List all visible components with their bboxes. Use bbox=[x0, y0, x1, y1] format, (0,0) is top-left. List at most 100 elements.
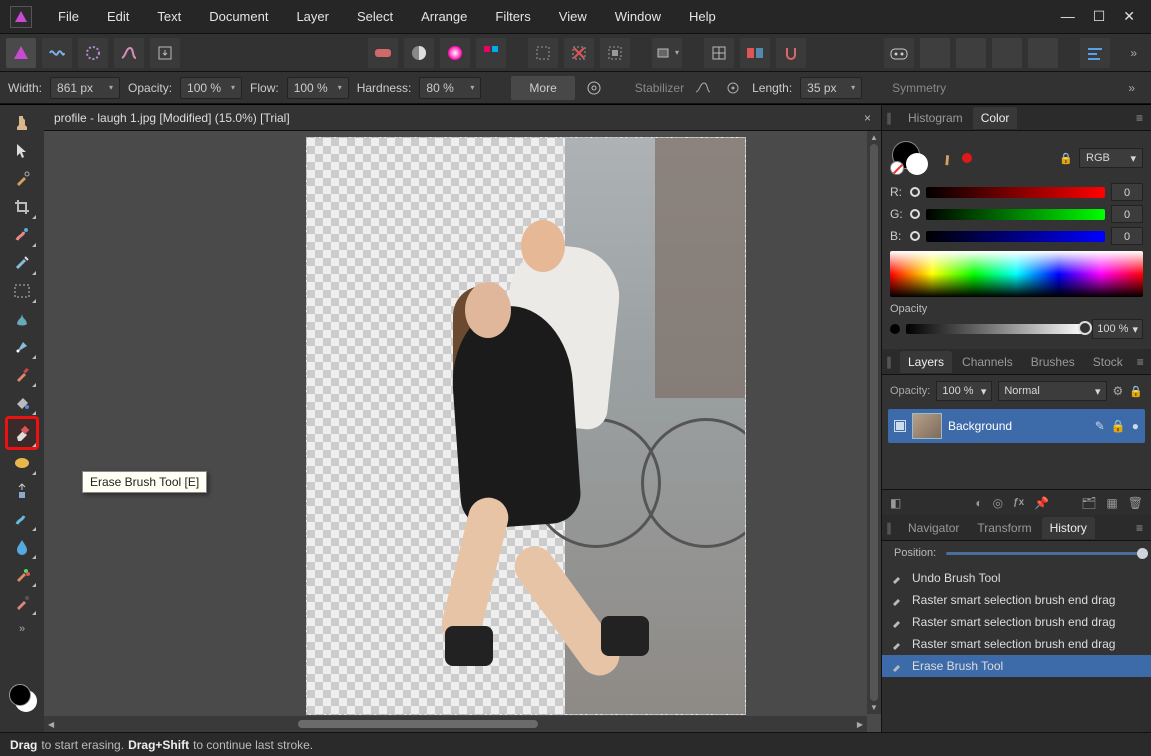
opacity-field[interactable]: 100 %▾ bbox=[180, 77, 242, 99]
layer-lock-icon[interactable]: 🔒 bbox=[1111, 419, 1126, 433]
smudge-tool[interactable] bbox=[7, 506, 37, 532]
tab-layers[interactable]: Layers bbox=[900, 351, 952, 373]
split-view-icon[interactable] bbox=[740, 38, 770, 68]
maximize-button[interactable]: ☐ bbox=[1093, 8, 1106, 25]
layer-item-background[interactable]: Background ✎ 🔒 ● bbox=[888, 409, 1145, 443]
minimize-button[interactable]: — bbox=[1061, 8, 1075, 25]
eyedropper-icon[interactable] bbox=[935, 147, 958, 170]
flood-select-tool[interactable] bbox=[7, 306, 37, 332]
stabilizer-curve-icon[interactable] bbox=[692, 77, 714, 99]
quick-mask-icon[interactable] bbox=[368, 38, 398, 68]
clone-tool[interactable] bbox=[7, 478, 37, 504]
selection-new-icon[interactable] bbox=[528, 38, 558, 68]
menu-help[interactable]: Help bbox=[675, 3, 730, 30]
flow-field[interactable]: 100 %▾ bbox=[287, 77, 349, 99]
tab-channels[interactable]: Channels bbox=[954, 351, 1021, 373]
panel-dock-icon[interactable]: ∥ bbox=[886, 521, 892, 535]
history-item[interactable]: Raster smart selection brush end drag bbox=[882, 589, 1151, 611]
length-field[interactable]: 35 px▾ bbox=[800, 77, 862, 99]
layer-opacity-field[interactable]: 100 %▾ bbox=[936, 381, 992, 401]
layer-edit-icon[interactable]: ✎ bbox=[1095, 419, 1105, 433]
menu-arrange[interactable]: Arrange bbox=[407, 3, 481, 30]
tools-overflow-icon[interactable]: » bbox=[19, 623, 25, 635]
foreground-background-swatch[interactable] bbox=[9, 684, 35, 710]
pen-tool[interactable] bbox=[7, 334, 37, 360]
tab-histogram[interactable]: Histogram bbox=[900, 107, 971, 129]
history-item[interactable]: Undo Brush Tool bbox=[882, 567, 1151, 589]
color-opacity-field[interactable]: 100 %▾ bbox=[1092, 319, 1143, 339]
persona-develop[interactable] bbox=[78, 38, 108, 68]
document-tab[interactable]: profile - laugh 1.jpg [Modified] (15.0%)… bbox=[44, 105, 304, 130]
snapping-icon[interactable] bbox=[776, 38, 806, 68]
color-mode-dropdown[interactable]: RGB▾ bbox=[1079, 148, 1143, 168]
tab-brushes[interactable]: Brushes bbox=[1023, 351, 1083, 373]
tab-transform[interactable]: Transform bbox=[969, 517, 1039, 539]
target-icon[interactable] bbox=[583, 77, 605, 99]
layer-visibility-checkbox[interactable] bbox=[894, 420, 906, 432]
horizontal-scrollbar[interactable]: ◀▶ bbox=[44, 716, 867, 732]
color-opacity-slider[interactable] bbox=[906, 324, 1086, 334]
menu-window[interactable]: Window bbox=[601, 3, 675, 30]
panel-menu-icon[interactable]: ≡ bbox=[1132, 111, 1147, 125]
selection-add-icon[interactable] bbox=[600, 38, 630, 68]
assistant-icon[interactable] bbox=[884, 38, 914, 68]
menu-file[interactable]: File bbox=[44, 3, 93, 30]
placeholder-button-1[interactable] bbox=[920, 38, 950, 68]
placeholder-button-3[interactable] bbox=[992, 38, 1022, 68]
panel-menu-icon[interactable]: ≡ bbox=[1133, 355, 1148, 369]
view-tool[interactable] bbox=[7, 110, 37, 136]
live-filter-icon[interactable]: ◎ bbox=[993, 496, 1003, 510]
close-button[interactable]: ✕ bbox=[1123, 8, 1135, 25]
width-field[interactable]: 861 px▾ bbox=[50, 77, 120, 99]
crop-tool[interactable] bbox=[7, 194, 37, 220]
blur-tool[interactable] bbox=[7, 534, 37, 560]
paint-mixer-tool[interactable] bbox=[7, 562, 37, 588]
paint-brush-tool[interactable] bbox=[7, 362, 37, 388]
color-swatch[interactable] bbox=[892, 141, 930, 175]
move-tool[interactable] bbox=[7, 138, 37, 164]
menu-document[interactable]: Document bbox=[195, 3, 282, 30]
delete-layer-icon[interactable]: 🗑 bbox=[1128, 496, 1143, 510]
menu-view[interactable]: View bbox=[545, 3, 601, 30]
panel-dock-icon[interactable]: ∥ bbox=[886, 355, 892, 369]
erase-brush-tool[interactable] bbox=[7, 418, 37, 448]
color-slider-r[interactable]: R:0 bbox=[890, 183, 1143, 201]
swatches-icon[interactable] bbox=[476, 38, 506, 68]
menu-edit[interactable]: Edit bbox=[93, 3, 143, 30]
menu-filters[interactable]: Filters bbox=[481, 3, 544, 30]
mask-icon[interactable]: ◧ bbox=[890, 496, 901, 510]
tab-color[interactable]: Color bbox=[973, 107, 1018, 129]
context-overflow-icon[interactable]: » bbox=[1120, 81, 1143, 95]
eyedropper-tool[interactable] bbox=[7, 590, 37, 616]
crop-preset-icon[interactable]: ▾ bbox=[652, 38, 682, 68]
color-slider-g[interactable]: G:0 bbox=[890, 205, 1143, 223]
vertical-scrollbar[interactable]: ▲▼ bbox=[867, 131, 881, 714]
placeholder-button-4[interactable] bbox=[1028, 38, 1058, 68]
canvas[interactable] bbox=[306, 137, 746, 715]
history-item[interactable]: Raster smart selection brush end drag bbox=[882, 611, 1151, 633]
color-spectrum[interactable] bbox=[890, 251, 1143, 297]
blend-mode-dropdown[interactable]: Normal▾ bbox=[998, 381, 1106, 401]
lock-icon[interactable]: 🔒 bbox=[1059, 152, 1073, 165]
menu-text[interactable]: Text bbox=[143, 3, 195, 30]
lock-icon[interactable]: 🔒 bbox=[1129, 385, 1143, 398]
history-slider[interactable] bbox=[946, 552, 1143, 555]
menu-select[interactable]: Select bbox=[343, 3, 407, 30]
tab-navigator[interactable]: Navigator bbox=[900, 517, 967, 539]
tab-history[interactable]: History bbox=[1042, 517, 1095, 539]
more-button[interactable]: More bbox=[511, 76, 574, 100]
pin-icon[interactable]: 📌 bbox=[1034, 496, 1049, 510]
placeholder-button-2[interactable] bbox=[956, 38, 986, 68]
history-item[interactable]: Raster smart selection brush end drag bbox=[882, 633, 1151, 655]
adjustment-icon[interactable]: ◐ bbox=[975, 496, 982, 510]
selection-subtract-icon[interactable] bbox=[564, 38, 594, 68]
healing-brush-tool[interactable] bbox=[7, 250, 37, 276]
group-icon[interactable]: 🗂 bbox=[1081, 496, 1096, 510]
persona-export[interactable] bbox=[150, 38, 180, 68]
layer-link-icon[interactable]: ● bbox=[1132, 419, 1139, 433]
selection-brush-tool[interactable] bbox=[7, 222, 37, 248]
grid-toggle-icon[interactable] bbox=[704, 38, 734, 68]
color-picker-tool[interactable] bbox=[7, 166, 37, 192]
tab-stock[interactable]: Stock bbox=[1085, 351, 1131, 373]
canvas-viewport[interactable]: Erase Brush Tool [E] ▲▼ ◀▶ bbox=[44, 131, 881, 732]
